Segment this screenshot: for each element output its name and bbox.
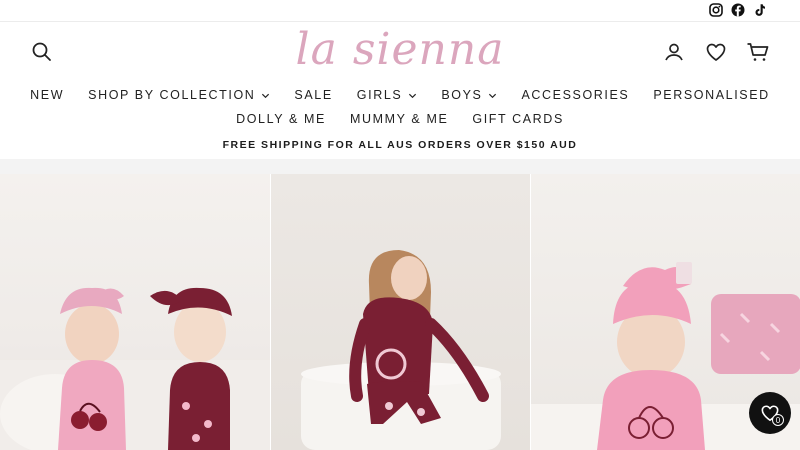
nav-item-dolly-and-me[interactable]: DOLLY & ME — [236, 112, 326, 126]
nav-label: DOLLY & ME — [236, 112, 326, 126]
announcement-bar: FREE SHIPPING FOR ALL AUS ORDERS OVER $1… — [222, 139, 578, 151]
nav-label: MUMMY & ME — [349, 112, 449, 126]
nav-item-shop-by-collection[interactable]: SHOP BY COLLECTION — [88, 88, 270, 102]
facebook-icon[interactable] — [730, 2, 746, 18]
nav-label: ACCESSORIES — [521, 88, 630, 102]
hero-image-toddler-maroon[interactable] — [270, 174, 530, 450]
nav-item-boys[interactable]: BOYS — [441, 88, 497, 102]
nav-label: GIFT CARDS — [472, 112, 564, 126]
chevron-down-icon — [262, 93, 270, 98]
cart-icon[interactable] — [746, 40, 770, 64]
account-icon[interactable] — [662, 40, 686, 64]
nav-item-personalised[interactable]: PERSONALISED — [653, 88, 769, 102]
chevron-down-icon — [489, 93, 497, 98]
section-divider — [0, 159, 800, 174]
nav-label: SALE — [294, 88, 333, 102]
main-nav-primary: NEW SHOP BY COLLECTION SALE GIRLS BOYS A… — [0, 88, 800, 102]
wishlist-floating-button[interactable]: 0 — [749, 392, 791, 434]
tiktok-icon[interactable] — [752, 2, 768, 18]
chevron-down-icon — [409, 93, 417, 98]
wishlist-count-badge: 0 — [772, 414, 784, 426]
top-bar — [0, 0, 800, 22]
instagram-icon[interactable] — [708, 2, 724, 18]
social-links — [708, 2, 768, 18]
nav-item-sale[interactable]: SALE — [294, 88, 332, 102]
nav-label: PERSONALISED — [653, 88, 770, 102]
hero-image-babies-cherry[interactable] — [0, 174, 270, 450]
nav-label: NEW — [30, 88, 65, 102]
site-header: la sienna — [0, 22, 800, 84]
header-actions — [662, 40, 770, 64]
nav-item-girls[interactable]: GIRLS — [357, 88, 418, 102]
main-nav-secondary: DOLLY & ME MUMMY & ME GIFT CARDS — [0, 112, 800, 126]
nav-item-accessories[interactable]: ACCESSORIES — [521, 88, 629, 102]
nav-label: BOYS — [441, 88, 483, 102]
nav-label: GIRLS — [356, 88, 403, 102]
nav-item-gift-cards[interactable]: GIFT CARDS — [472, 112, 563, 126]
nav-item-new[interactable]: NEW — [30, 88, 64, 102]
nav-label: SHOP BY COLLECTION — [88, 88, 256, 102]
nav-item-mummy-and-me[interactable]: MUMMY & ME — [350, 112, 448, 126]
hero-gallery — [0, 174, 800, 450]
heart-icon[interactable] — [704, 40, 728, 64]
